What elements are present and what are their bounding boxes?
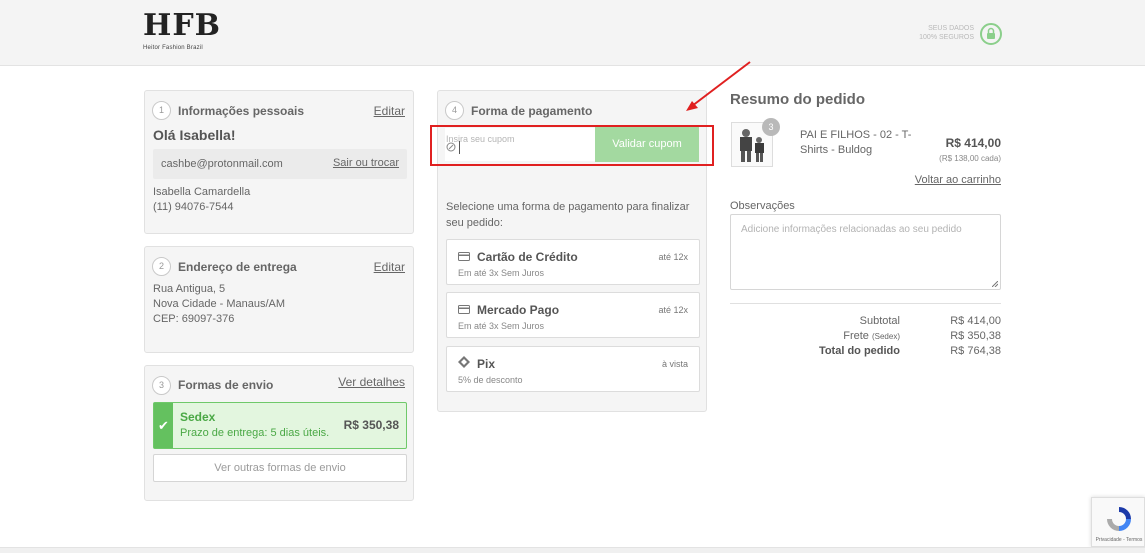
annotation-arrow (686, 61, 751, 111)
notes-textarea[interactable]: Adicione informações relacionadas ao seu… (730, 214, 1001, 290)
email-row: cashbe@protonmail.com Sair ou trocar (153, 149, 407, 179)
address-line-2: Nova Cidade - Manaus/AM (153, 298, 286, 310)
step-number: 2 (152, 257, 171, 276)
resize-handle-icon[interactable] (992, 281, 998, 287)
payment-option-tag: até 12x (658, 305, 688, 315)
quantity-badge: 3 (762, 118, 780, 136)
order-total-label: Total do pedido (818, 345, 900, 357)
shipping-total-label: Frete (Sedex) (843, 330, 900, 342)
shipping-option-sedex[interactable]: ✔ Sedex Prazo de entrega: 5 dias úteis. … (153, 402, 407, 449)
order-total-value: R$ 764,38 (950, 345, 1001, 357)
payment-option-mercado-pago[interactable]: Mercado Pago Em até 3x Sem Juros até 12x (446, 292, 700, 338)
payment-option-credit-card[interactable]: Cartão de Crédito Em até 3x Sem Juros at… (446, 239, 700, 285)
product-unit-price: (R$ 138,00 cada) (939, 154, 1001, 163)
secure-text: SEUS DADOS 100% SEGUROS (904, 24, 974, 42)
payment-option-name: Mercado Pago (477, 303, 560, 317)
shipping-option-time: Prazo de entrega: 5 dias úteis. (180, 427, 330, 439)
shipping-title: Formas de envio (178, 378, 274, 392)
pix-icon (458, 356, 470, 368)
edit-address-link[interactable]: Editar (374, 260, 405, 274)
logo-mark: HFB (143, 8, 221, 43)
step-number: 1 (152, 101, 171, 120)
subtotal-value: R$ 414,00 (950, 315, 1001, 327)
highlight-box (430, 125, 714, 166)
logo-subtitle: Heitor Fashion Brazil (143, 45, 203, 51)
secure-line-1: SEUS DADOS (928, 25, 974, 32)
switch-account-link[interactable]: Sair ou trocar (333, 157, 399, 169)
subtotal-label: Subtotal (859, 315, 900, 327)
step-number: 4 (445, 101, 464, 120)
user-phone: (11) 94076-7544 (153, 201, 234, 213)
credit-card-icon (458, 252, 470, 261)
payment-option-name: Pix (477, 357, 496, 371)
shipping-option-name: Sedex (180, 410, 216, 424)
recaptcha-footer: Privacidade - Termos (1095, 537, 1143, 543)
checkout-header: HFB Heitor Fashion Brazil SEUS DADOS 100… (0, 0, 1145, 66)
payment-option-tag: à vista (661, 359, 688, 369)
payment-option-pix[interactable]: Pix 5% de desconto à vista (446, 346, 700, 392)
edit-personal-link[interactable]: Editar (374, 104, 405, 118)
payment-option-sub: 5% de desconto (458, 375, 523, 385)
summary-divider (730, 303, 1001, 304)
payment-option-sub: Em até 3x Sem Juros (458, 268, 545, 278)
shipping-card: 3 Formas de envio Ver detalhes ✔ Sedex P… (144, 365, 414, 501)
notes-placeholder: Adicione informações relacionadas ao seu… (741, 224, 962, 235)
notes-label: Observações (730, 200, 795, 212)
order-summary-title: Resumo do pedido (730, 91, 865, 108)
payment-instructions: Selecione uma forma de pagamento para fi… (446, 201, 690, 229)
step-number: 3 (152, 376, 171, 395)
product-name-line-1: PAI E FILHOS - 02 - T- (800, 129, 912, 141)
shipping-details-link[interactable]: Ver detalhes (338, 375, 405, 389)
payment-title: Forma de pagamento (471, 104, 593, 118)
personal-info-title: Informações pessoais (178, 104, 305, 118)
check-icon: ✔ (154, 403, 173, 448)
address-line-1: Rua Antigua, 5 (153, 283, 226, 295)
user-email: cashbe@protonmail.com (161, 158, 283, 170)
shipping-total-label-text: Frete (843, 330, 869, 342)
recaptcha-badge[interactable]: Privacidade - Termos (1091, 497, 1145, 547)
credit-card-icon (458, 305, 470, 314)
personal-info-card: 1 Informações pessoais Editar Olá Isabel… (144, 90, 414, 234)
greeting: Olá Isabella! (153, 127, 236, 143)
shipping-total-value: R$ 350,38 (950, 330, 1001, 342)
page-footer (0, 547, 1145, 553)
shipping-option-price: R$ 350,38 (343, 418, 399, 432)
store-logo[interactable]: HFB Heitor Fashion Brazil (143, 8, 221, 57)
user-name: Isabella Camardella (153, 186, 251, 198)
delivery-address-card: 2 Endereço de entrega Editar Rua Antigua… (144, 246, 414, 353)
back-to-cart-link[interactable]: Voltar ao carrinho (915, 174, 1001, 186)
secure-line-2: 100% SEGUROS (919, 34, 974, 41)
recaptcha-icon (1107, 507, 1131, 531)
payment-option-name: Cartão de Crédito (477, 250, 578, 264)
shipping-total-method: (Sedex) (871, 332, 900, 341)
other-shipping-button[interactable]: Ver outras formas de envio (153, 454, 407, 482)
address-line-3: CEP: 69097-376 (153, 313, 235, 325)
payment-option-tag: até 12x (658, 252, 688, 262)
product-name-line-2: Shirts - Buldog (800, 144, 873, 156)
payment-option-sub: Em até 3x Sem Juros (458, 321, 545, 331)
product-price: R$ 414,00 (945, 136, 1001, 150)
address-title: Endereço de entrega (178, 260, 297, 274)
secure-badge: SEUS DADOS 100% SEGUROS (919, 23, 1002, 45)
lock-icon (980, 23, 1002, 45)
